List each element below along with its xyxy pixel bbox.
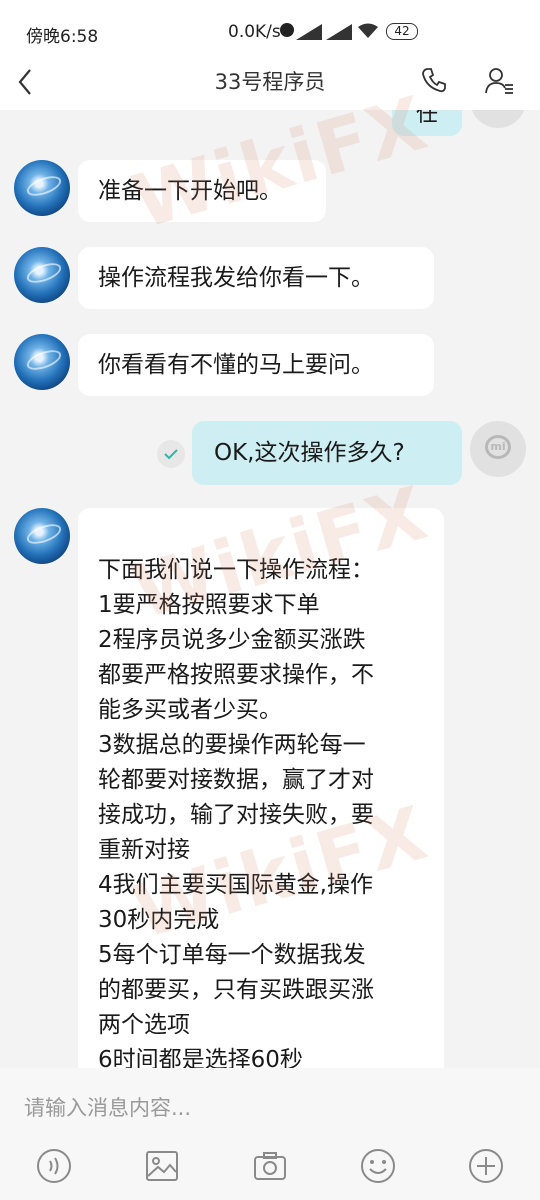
my-avatar[interactable]	[470, 110, 526, 128]
contact-avatar[interactable]	[14, 334, 70, 390]
contact-avatar[interactable]	[14, 247, 70, 303]
wifi-icon	[358, 23, 378, 38]
mi-logo-icon: mi	[485, 435, 511, 459]
chat-header: 33号程序员	[0, 62, 540, 110]
contact-info-icon[interactable]	[484, 66, 514, 94]
status-time: 傍晚6:58	[26, 27, 99, 47]
message-list[interactable]: 任 准备一下开始吧。 操作流程我发给你看一下。 你看看有不懂的马上要问。 OK,…	[0, 110, 540, 1068]
signal-icon	[296, 24, 322, 40]
alarm-icon	[280, 23, 294, 37]
image-icon[interactable]	[144, 1148, 180, 1184]
message-bubble-incoming[interactable]: 你看看有不懂的马上要问。	[78, 334, 434, 396]
input-area: 请输入消息内容...	[0, 1068, 540, 1200]
message-bubble-outgoing[interactable]: OK,这次操作多久?	[192, 421, 462, 485]
chat-title: 33号程序员	[214, 70, 326, 94]
message-bubble-outgoing-partial[interactable]: 任	[392, 110, 462, 136]
signal-icon	[326, 24, 352, 40]
emoji-icon[interactable]	[360, 1148, 396, 1184]
message-bubble-incoming[interactable]: 操作流程我发给你看一下。	[78, 247, 434, 309]
plus-icon[interactable]	[468, 1148, 504, 1184]
contact-avatar[interactable]	[14, 508, 70, 564]
message-bubble-incoming[interactable]: 下面我们说一下操作流程： 1要严格按照要求下单 2程序员说多少金额买涨跌 都要严…	[78, 508, 444, 1068]
message-bubble-incoming[interactable]: 准备一下开始吧。	[78, 160, 326, 222]
message-input[interactable]: 请输入消息内容...	[24, 1088, 514, 1128]
phone-icon[interactable]	[420, 66, 448, 94]
read-check-icon	[157, 440, 185, 468]
my-avatar[interactable]: mi	[470, 421, 526, 477]
contact-avatar[interactable]	[14, 160, 70, 216]
camera-icon[interactable]	[252, 1148, 288, 1184]
voice-icon[interactable]	[36, 1148, 72, 1184]
status-bar: 傍晚6:58 0.0K/s 42	[0, 0, 540, 62]
battery-icon: 42	[386, 23, 418, 40]
network-speed: 0.0K/s	[228, 22, 281, 42]
